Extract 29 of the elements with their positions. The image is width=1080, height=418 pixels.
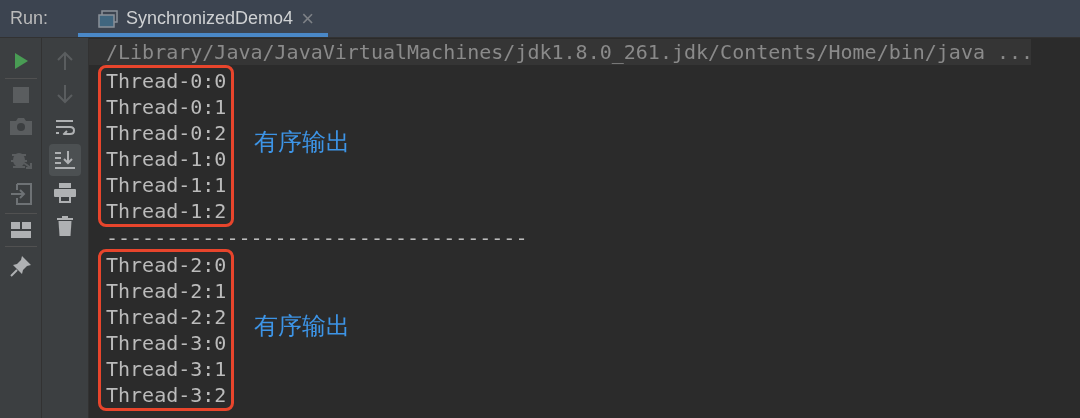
exit-icon[interactable]: [9, 183, 32, 205]
stop-icon[interactable]: [12, 87, 29, 103]
console-icon: [98, 9, 119, 28]
output-line: Thread-0:0: [106, 68, 227, 94]
up-arrow-icon[interactable]: [57, 51, 73, 71]
output-line: Thread-3:0: [106, 330, 227, 356]
down-arrow-icon[interactable]: [57, 84, 73, 104]
output-line: Thread-2:1: [106, 278, 227, 304]
output-line: Thread-3:1: [106, 356, 227, 382]
trash-icon[interactable]: [57, 216, 73, 236]
separator-line: -----------------------------------: [105, 227, 529, 249]
wrap-icon: [55, 119, 75, 135]
scroll-to-end-button[interactable]: [49, 144, 81, 176]
annotation-note: 有序输出: [254, 127, 351, 158]
annotation-note: 有序输出: [254, 311, 351, 342]
scroll-down-icon: [54, 150, 76, 170]
panel-title: Run:: [9, 7, 50, 30]
print-icon[interactable]: [54, 183, 76, 203]
camera-icon[interactable]: [9, 117, 32, 135]
output-line: Thread-3:2: [106, 382, 227, 408]
pin-icon[interactable]: [9, 255, 32, 277]
output-line: Thread-1:0: [106, 146, 227, 172]
output-line: Thread-2:0: [106, 252, 227, 278]
output-line: Thread-1:1: [106, 172, 227, 198]
output-line: Thread-0:1: [106, 94, 227, 120]
output-line: Thread-0:2: [106, 120, 227, 146]
output-line: Thread-1:2: [106, 198, 227, 224]
output-line: Thread-2:2: [106, 304, 227, 330]
layout-icon[interactable]: [10, 222, 31, 238]
